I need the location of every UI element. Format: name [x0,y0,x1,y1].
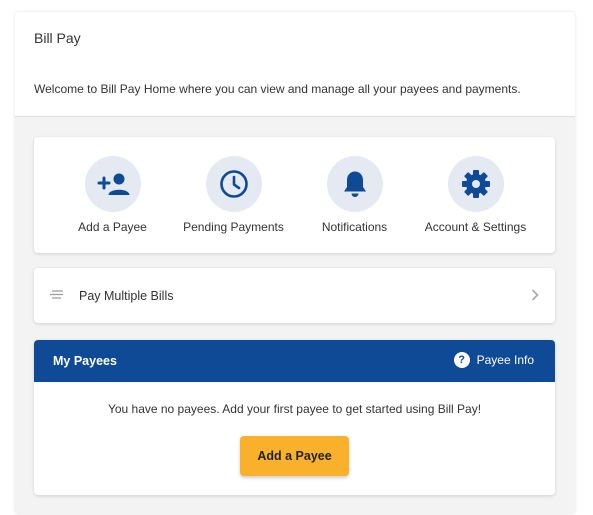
add-payee-button[interactable]: Add a Payee [240,436,349,476]
question-icon: ? [453,352,470,368]
pay-multiple-bills-label: Pay Multiple Bills [79,289,174,303]
my-payees-title: My Payees [53,354,117,368]
account-settings-action[interactable]: Account & Settings [415,156,536,234]
account-settings-label: Account & Settings [424,220,527,234]
pending-payments-icon-circle [205,156,262,212]
add-payee-action[interactable]: Add a Payee [52,156,173,234]
pending-payments-label: Pending Payments [183,220,284,234]
add-payee-icon-circle [84,156,141,212]
page-title: Bill Pay [34,30,81,46]
gear-icon [461,170,490,198]
page-header: Bill Pay Welcome to Bill Pay Home where … [15,12,575,117]
payee-info-link[interactable]: ? Payee Info [453,352,534,368]
pending-payments-action[interactable]: Pending Payments [173,156,294,234]
add-payee-label: Add a Payee [78,220,147,234]
bell-icon [343,171,366,197]
account-settings-icon-circle [447,156,504,212]
notifications-icon-circle [326,156,383,212]
no-payees-message: You have no payees. Add your first payee… [107,402,482,416]
bill-pay-page: Bill Pay Welcome to Bill Pay Home where … [15,12,575,514]
chevron-right-icon [531,289,539,301]
clock-icon [219,170,248,198]
my-payees-header: My Payees ? Payee Info [34,340,555,382]
quick-actions-card: Add a Payee Pending Payments Notificatio… [34,137,555,253]
my-payees-card: My Payees ? Payee Info You have no payee… [34,340,555,495]
lines-icon [50,290,63,299]
notifications-label: Notifications [321,220,388,234]
payee-info-label: Payee Info [476,353,534,367]
add-person-icon [97,173,129,195]
pay-multiple-bills-row[interactable]: Pay Multiple Bills [34,268,555,323]
notifications-action[interactable]: Notifications [294,156,415,234]
welcome-message: Welcome to Bill Pay Home where you can v… [34,82,521,96]
